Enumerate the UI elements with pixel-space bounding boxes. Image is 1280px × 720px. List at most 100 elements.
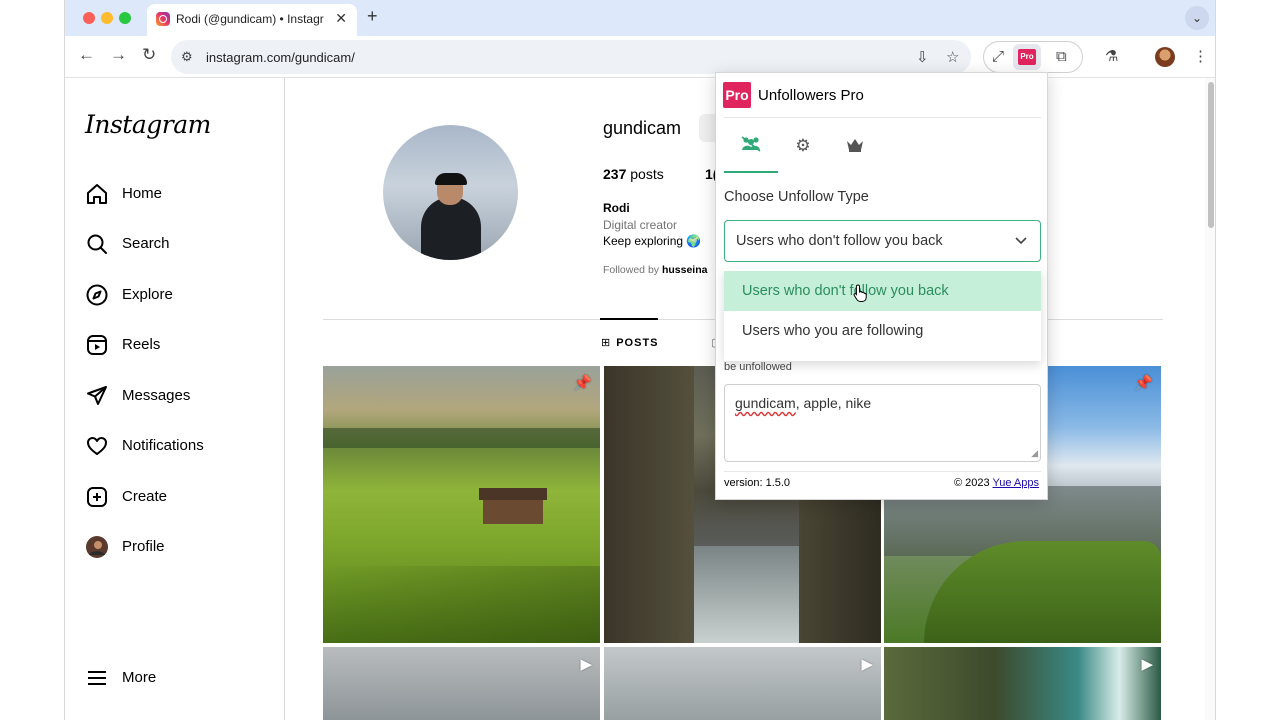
followed-by-prefix: Followed by	[603, 264, 660, 276]
tab-posts[interactable]: ⊞ POSTS	[601, 336, 659, 349]
plus-square-icon	[87, 487, 107, 507]
scrollbar-thumb[interactable]	[1208, 82, 1214, 228]
sidebar-item-messages[interactable]: Messages	[85, 382, 265, 410]
pro-logo: Pro	[723, 82, 751, 108]
minimize-window-button[interactable]	[101, 12, 113, 24]
posts-tab-indicator	[600, 318, 658, 320]
tab-strip: Rodi (@gundicam) • Instagram ✕ + ⌄	[65, 0, 1215, 36]
instagram-favicon-icon	[156, 12, 170, 26]
treeline	[323, 428, 600, 448]
profile-category: Digital creator	[603, 218, 678, 232]
whitelist-textarea[interactable]: gundicam, apple, nike ◢	[724, 384, 1041, 462]
gear-icon: ⚙	[795, 136, 811, 155]
avatar	[86, 536, 108, 558]
kebab-menu-icon[interactable]: ⋮	[1193, 47, 1208, 65]
post-tile[interactable]: ▶	[884, 647, 1161, 720]
unfollow-type-select[interactable]: Users who don't follow you back	[724, 220, 1041, 262]
post-tile[interactable]: 📌	[323, 366, 600, 643]
extensions-group: ⤢ Pro ⧉	[983, 41, 1083, 73]
address-bar[interactable]: ⚙ instagram.com/gundicam/ ⇩ ☆	[171, 40, 971, 74]
option-dont-follow-back[interactable]: Users who don't follow you back	[724, 271, 1041, 311]
sidebar-item-label: Reels	[122, 336, 161, 353]
sidebar-item-home[interactable]: Home	[85, 180, 265, 208]
choose-unfollow-type-label: Choose Unfollow Type	[724, 189, 869, 205]
profile-username: gundicam	[603, 118, 682, 138]
sidebar-item-profile[interactable]: Profile	[85, 533, 265, 561]
chevron-down-icon	[1015, 237, 1027, 245]
labs-flask-icon[interactable]: ⚗	[1105, 47, 1118, 65]
instagram-sidebar: Instagram Home Search Explore Reels Mess…	[65, 78, 285, 720]
sidebar-item-label: Notifications	[122, 437, 204, 454]
maximize-window-button[interactable]	[119, 12, 131, 24]
install-app-icon[interactable]: ⇩	[916, 48, 929, 66]
back-arrow-icon[interactable]: ←	[78, 45, 95, 65]
post-tile[interactable]: ▶	[323, 647, 600, 720]
new-tab-button[interactable]: +	[367, 6, 378, 27]
whitelist-hint: be unfollowed	[724, 361, 792, 373]
sidebar-item-label: Create	[122, 488, 168, 505]
sidebar-item-more[interactable]: More	[85, 664, 265, 692]
post-tile[interactable]: ▶	[604, 647, 881, 720]
site-settings-icon[interactable]: ⚙	[181, 49, 193, 65]
hand-cursor-icon	[853, 284, 867, 302]
send-icon	[87, 386, 107, 405]
browser-window: Rodi (@gundicam) • Instagram ✕ + ⌄ ← → ↻…	[64, 0, 1216, 720]
sidebar-item-search[interactable]: Search	[85, 230, 265, 258]
sidebar-item-notifications[interactable]: Notifications	[85, 432, 265, 460]
home-icon	[87, 184, 107, 204]
search-icon	[87, 234, 107, 254]
tab-search-button[interactable]: ⌄	[1185, 6, 1209, 30]
popup-title: Unfollowers Pro	[758, 87, 864, 104]
reel-icon: ▶	[580, 656, 592, 673]
forward-arrow-icon[interactable]: →	[110, 45, 127, 65]
sidebar-item-label: Profile	[122, 538, 165, 555]
unfollowers-pro-extension-icon[interactable]: Pro	[1018, 49, 1036, 65]
tab-settings[interactable]: ⚙	[776, 131, 830, 173]
sidebar-item-label: Home	[122, 185, 163, 202]
sidebar-item-label: Search	[122, 235, 170, 252]
option-you-are-following[interactable]: Users who you are following	[724, 311, 1041, 351]
users-icon	[741, 136, 761, 152]
unfollow-type-selected-value: Users who don't follow you back	[736, 233, 943, 249]
unfollow-type-dropdown: Users who don't follow you back Users wh…	[724, 269, 1041, 361]
reload-icon[interactable]: ↻	[142, 45, 156, 65]
puzzle-extensions-icon[interactable]: ⧉	[1056, 48, 1067, 65]
browser-tab-instagram[interactable]: Rodi (@gundicam) • Instagram ✕	[147, 4, 357, 36]
cliff-left	[604, 366, 694, 643]
version-text: version: 1.5.0	[724, 477, 791, 489]
profile-picture[interactable]	[383, 125, 518, 260]
pin-icon: 📌	[573, 375, 592, 392]
followed-by-text[interactable]: Followed by husseina	[603, 264, 707, 276]
profile-bio: Keep exploring 🌍	[603, 234, 702, 248]
heart-icon	[87, 437, 107, 455]
sidebar-item-create[interactable]: Create	[85, 483, 265, 511]
sidebar-item-label: Explore	[122, 286, 173, 303]
sidebar-item-reels[interactable]: Reels	[85, 331, 265, 359]
url-text[interactable]: instagram.com/gundicam/	[206, 50, 355, 65]
menu-icon	[88, 671, 106, 685]
tab-close-icon[interactable]: ✕	[335, 10, 347, 27]
profile-figure-body	[421, 197, 481, 260]
popup-divider	[724, 117, 1041, 118]
yue-apps-link[interactable]: Yue Apps	[993, 477, 1040, 489]
posts-label: posts	[630, 166, 664, 182]
textarea-rest: , apple, nike	[795, 395, 872, 411]
sidebar-item-explore[interactable]: Explore	[85, 281, 265, 309]
grid-icon: ⊞	[601, 337, 612, 349]
expand-icon[interactable]: ⤢	[992, 48, 1004, 65]
posts-count: 237	[603, 166, 627, 182]
pin-icon: 📌	[1134, 375, 1153, 392]
resize-grip-icon[interactable]: ◢	[1031, 448, 1038, 459]
followed-by-user: husseina	[661, 264, 708, 276]
close-window-button[interactable]	[83, 12, 95, 24]
tab-users[interactable]	[724, 131, 778, 173]
textarea-misspelled-word: gundicam	[735, 395, 796, 411]
posts-count-stat: 237 posts	[603, 166, 664, 182]
posts-tab-label: POSTS	[616, 337, 659, 349]
instagram-logo[interactable]: Instagram	[85, 110, 211, 139]
profile-figure-cap	[435, 173, 467, 185]
profile-display-name: Rodi	[603, 201, 630, 215]
bookmark-star-icon[interactable]: ☆	[946, 48, 959, 66]
tab-premium[interactable]	[828, 131, 882, 173]
profile-avatar[interactable]	[1155, 47, 1175, 67]
